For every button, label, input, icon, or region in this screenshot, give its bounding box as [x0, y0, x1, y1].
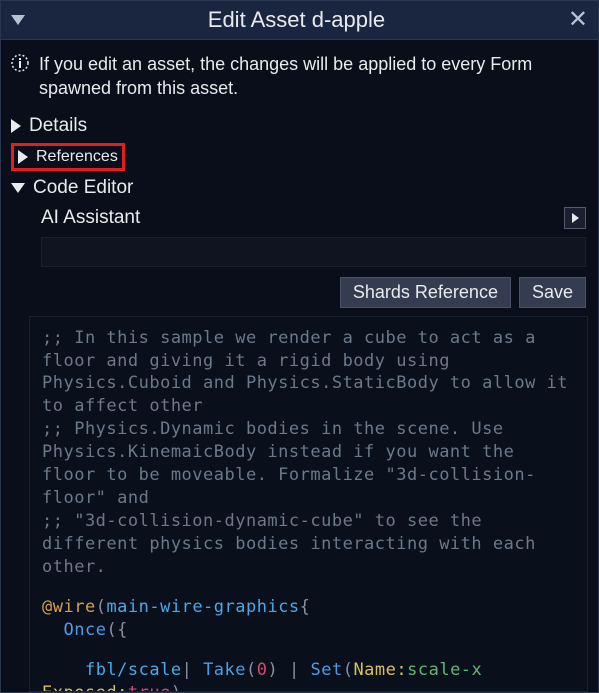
shards-reference-button[interactable]: Shards Reference — [340, 277, 511, 308]
section-references[interactable]: References — [11, 143, 125, 171]
chevron-down-icon — [11, 183, 25, 193]
ai-run-button[interactable] — [564, 207, 586, 229]
section-label: References — [36, 148, 118, 166]
ai-input[interactable] — [41, 237, 586, 267]
play-icon — [572, 213, 579, 223]
code-line: @wire(main-wire-graphics{ — [42, 596, 575, 619]
chevron-right-icon — [11, 119, 21, 133]
code-editor-section: AI Assistant Shards Reference Save ;; In… — [11, 203, 588, 692]
code-line: Once({ — [42, 619, 575, 642]
asset-editor-window: Edit Asset d-apple ✕ If you edit an asse… — [0, 0, 599, 693]
ai-assistant-label: AI Assistant — [41, 207, 140, 229]
chevron-right-icon — [18, 150, 28, 164]
content-area: If you edit an asset, the changes will b… — [1, 40, 598, 692]
window-title: Edit Asset d-apple — [25, 7, 568, 33]
code-line: fbl/scale| Take(0) | Set(Name:scale-x — [42, 659, 575, 682]
section-details[interactable]: Details — [11, 111, 588, 141]
code-line: Exposed:true) — [42, 682, 575, 692]
close-icon[interactable]: ✕ — [568, 8, 588, 32]
info-text: If you edit an asset, the changes will b… — [39, 52, 588, 101]
code-comment: ;; In this sample we render a cube to ac… — [42, 327, 575, 419]
titlebar: Edit Asset d-apple ✕ — [1, 1, 598, 40]
info-icon — [11, 54, 29, 77]
code-comment: ;; "3d-collision-dynamic-cube" to see th… — [42, 510, 575, 579]
save-button[interactable]: Save — [519, 277, 586, 308]
info-banner: If you edit an asset, the changes will b… — [11, 48, 588, 111]
section-code-editor[interactable]: Code Editor — [11, 173, 588, 203]
collapse-all-icon[interactable] — [11, 15, 25, 25]
code-comment: ;; Physics.Dynamic bodies in the scene. … — [42, 418, 575, 510]
code-editor[interactable]: ;; In this sample we render a cube to ac… — [29, 316, 588, 692]
section-label: Code Editor — [33, 177, 133, 199]
section-label: Details — [29, 115, 87, 137]
